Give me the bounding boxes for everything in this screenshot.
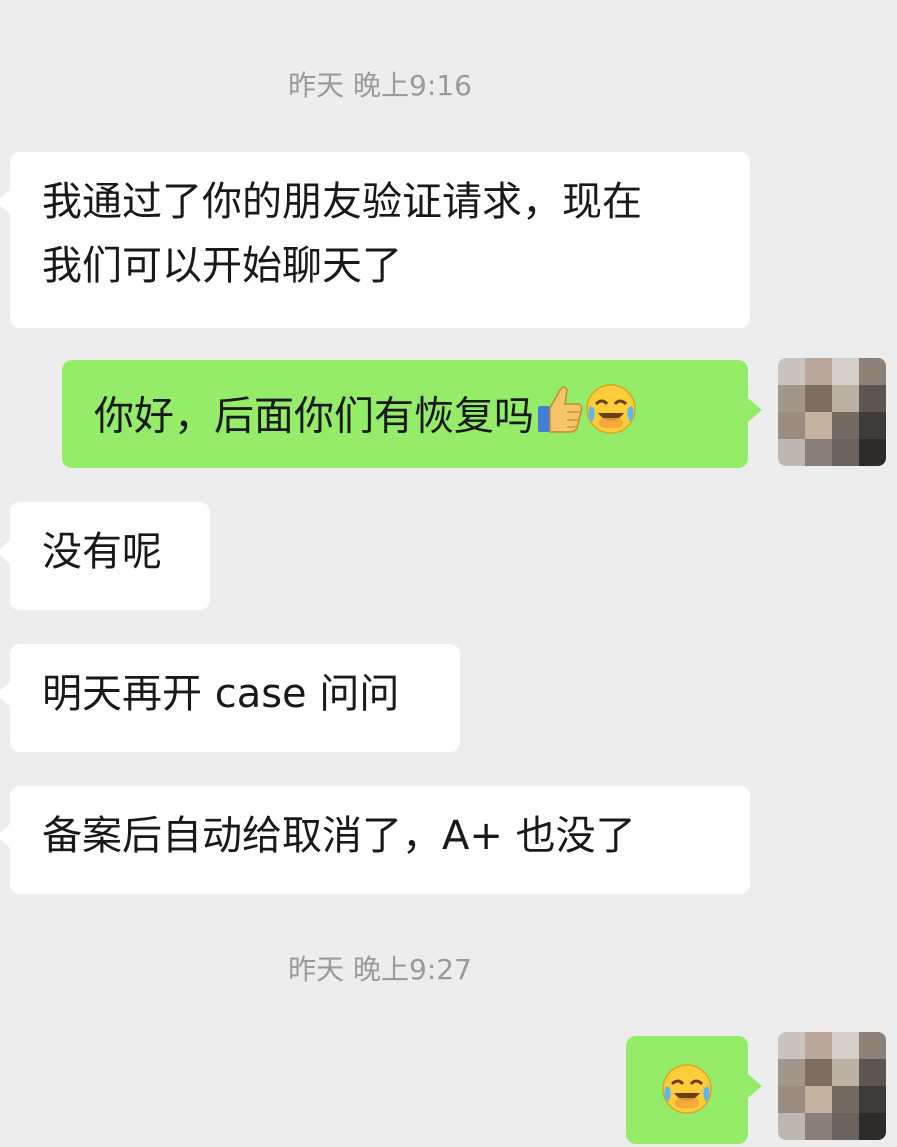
outgoing-message[interactable]	[626, 1036, 762, 1144]
timestamp: 昨天 晚上9:27	[288, 953, 472, 986]
message-text: 备案后自动给取消了，A+ 也没了	[42, 813, 636, 859]
message-text-line: 我通过了你的朋友验证请求，现在	[42, 179, 642, 225]
incoming-message[interactable]: 明天再开 case 问问	[0, 644, 460, 752]
incoming-message[interactable]: 没有呢	[0, 502, 210, 610]
message-text: 没有呢	[42, 529, 162, 575]
crying-laughing-icon	[584, 382, 638, 455]
message-text: 明天再开 case 问问	[42, 671, 400, 717]
avatar[interactable]	[778, 1032, 886, 1140]
timestamp: 昨天 晚上9:16	[288, 69, 472, 102]
avatar[interactable]	[778, 358, 886, 466]
message-text-line: 我们可以开始聊天了	[42, 243, 402, 289]
message-text: 你好，后面你们有恢复吗	[94, 393, 534, 440]
outgoing-message[interactable]: 你好，后面你们有恢复吗	[62, 360, 762, 468]
thumbs-up-icon	[534, 382, 584, 455]
crying-laughing-icon	[660, 1062, 714, 1135]
incoming-message[interactable]: 备案后自动给取消了，A+ 也没了	[0, 786, 750, 894]
chat-view[interactable]: 昨天 晚上9:16 我通过了你的朋友验证请求，现在 我们可以开始聊天了 你好，后…	[0, 0, 897, 1147]
incoming-message[interactable]: 我通过了你的朋友验证请求，现在 我们可以开始聊天了	[0, 152, 750, 328]
